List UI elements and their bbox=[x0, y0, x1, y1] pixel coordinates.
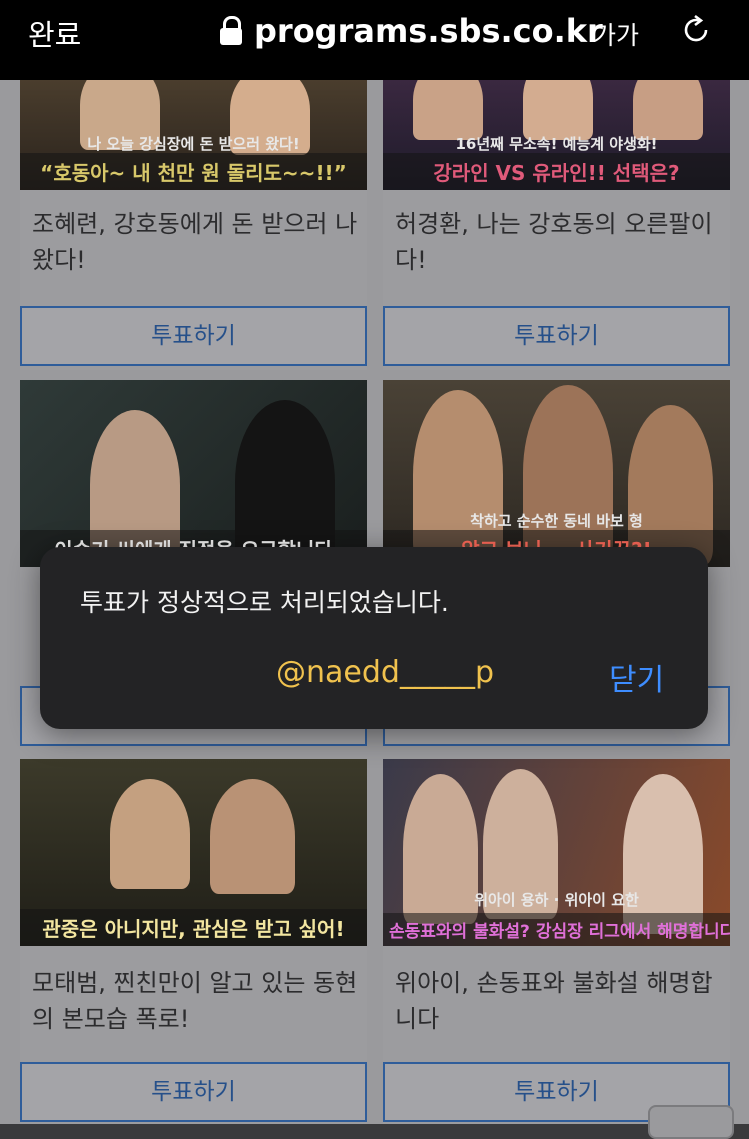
text-size-button[interactable]: 가가 bbox=[593, 16, 639, 52]
card-thumbnail[interactable]: 위아이 용하 · 위아이 요한 손동표와의 불화설? 강심장 리그에서 해명합니… bbox=[383, 759, 730, 946]
floating-button[interactable] bbox=[648, 1105, 734, 1139]
vote-complete-dialog: 투표가 정상적으로 처리되었습니다. @naedd_____p 닫기 bbox=[40, 547, 708, 729]
url-text: programs.sbs.co.kr bbox=[254, 12, 603, 50]
card-thumbnail[interactable]: 관중은 아니지만, 관심은 받고 싶어! bbox=[20, 759, 367, 946]
watermark-handle: @naedd_____p bbox=[276, 655, 494, 690]
card-title: 위아이, 손동표와 불화설 해명합니다 bbox=[395, 969, 713, 1033]
vote-card: 관중은 아니지만, 관심은 받고 싶어! 모태범, 찐친만이 알고 있는 동현의… bbox=[20, 759, 367, 1124]
vote-button[interactable]: 투표하기 bbox=[20, 306, 367, 366]
vote-button[interactable]: 투표하기 bbox=[383, 306, 730, 366]
thumbnail-caption: “호동아~ 내 천만 원 돌리도~~!!” bbox=[20, 153, 367, 190]
dialog-message: 투표가 정상적으로 처리되었습니다. bbox=[80, 588, 449, 617]
browser-toolbar: 완료 programs.sbs.co.kr 가가 bbox=[0, 0, 749, 80]
close-button[interactable]: 닫기 bbox=[609, 655, 664, 699]
card-thumbnail[interactable]: 이승기 씨에게 직접을 요구합니다 bbox=[20, 380, 367, 567]
card-thumbnail[interactable]: 착하고 순수한 동네 바보 형 알고 보니 … 사기꾼?! bbox=[383, 380, 730, 567]
card-title: 모태범, 찐친만이 알고 있는 동현의 본모습 폭로! bbox=[32, 969, 358, 1033]
thumbnail-subcaption: 위아이 용하 · 위아이 요한 bbox=[474, 891, 639, 909]
done-button[interactable]: 완료 bbox=[28, 12, 81, 54]
lock-icon bbox=[220, 16, 242, 46]
vote-card: 나 오늘 강심장에 돈 받으러 왔다! “호동아~ 내 천만 원 돌리도~~!!… bbox=[20, 80, 367, 370]
thumbnail-caption: 관중은 아니지만, 관심은 받고 싶어! bbox=[20, 909, 367, 946]
address-bar[interactable]: programs.sbs.co.kr bbox=[220, 12, 603, 50]
card-thumbnail[interactable]: 나 오늘 강심장에 돈 받으러 왔다! “호동아~ 내 천만 원 돌리도~~!!… bbox=[20, 80, 367, 190]
vote-card: 16년째 무소속! 예능계 야생화! 강라인 VS 유라인!! 선택은? 허경환… bbox=[383, 80, 730, 370]
thumbnail-caption: 손동표와의 불화설? 강심장 리그에서 해명합니다! bbox=[383, 913, 730, 946]
thumbnail-caption: 강라인 VS 유라인!! 선택은? bbox=[383, 153, 730, 190]
reload-icon[interactable] bbox=[680, 14, 712, 46]
vote-button[interactable]: 투표하기 bbox=[20, 1062, 367, 1122]
card-title: 조혜련, 강호동에게 돈 받으러 나왔다! bbox=[32, 210, 358, 274]
card-thumbnail[interactable]: 16년째 무소속! 예능계 야생화! 강라인 VS 유라인!! 선택은? bbox=[383, 80, 730, 190]
card-title: 허경환, 나는 강호동의 오른팔이다! bbox=[395, 210, 713, 274]
vote-card: 위아이 용하 · 위아이 요한 손동표와의 불화설? 강심장 리그에서 해명합니… bbox=[383, 759, 730, 1124]
